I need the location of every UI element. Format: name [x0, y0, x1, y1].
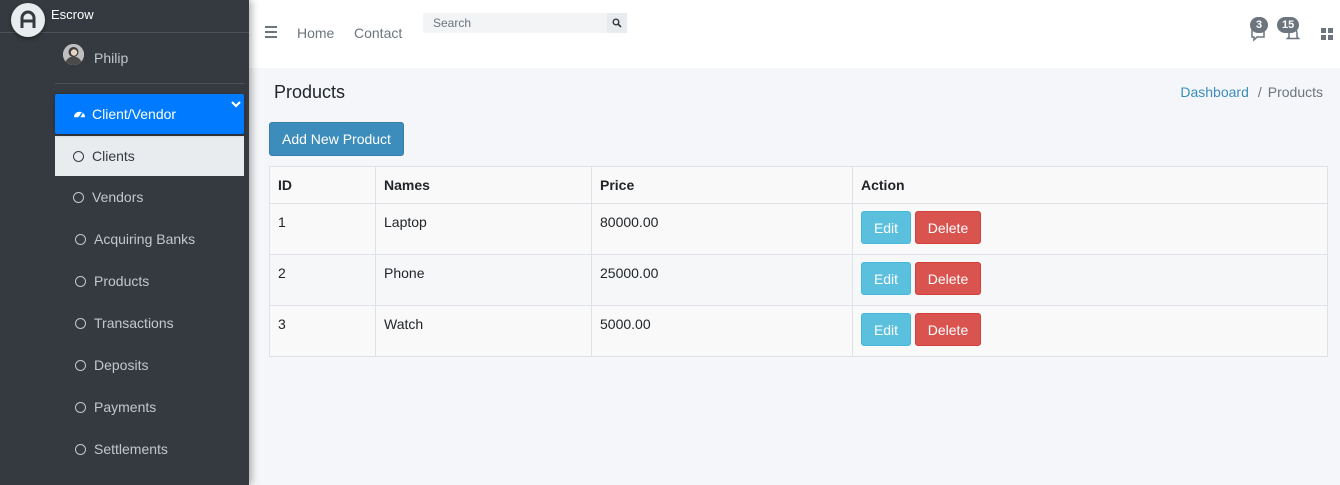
column-header-price: Price	[591, 166, 853, 204]
circle-icon	[73, 191, 84, 203]
table-row: 3 Watch 5000.00 Edit Delete	[269, 305, 1328, 357]
delete-button[interactable]: Delete	[915, 313, 981, 346]
sidebar-item-client-vendor[interactable]: Client/Vendor	[55, 94, 244, 134]
sidebar-nav: Client/Vendor Clients Vendors Acquiring …	[55, 94, 244, 470]
sidebar-item-label: Payments	[94, 399, 157, 415]
sidebar-item-transactions[interactable]: Transactions	[55, 302, 244, 344]
cell-id: 3	[269, 305, 376, 357]
sidebar-item-label: Settlements	[94, 441, 168, 457]
sidebar-item-label: Vendors	[92, 189, 144, 205]
brand-name: Escrow	[51, 7, 94, 22]
cell-price: 80000.00	[591, 203, 853, 255]
sidebar-item-label: Transactions	[94, 315, 174, 331]
chevron-down-icon[interactable]	[230, 98, 242, 110]
sidebar-item-label: Products	[94, 273, 150, 289]
avatar	[63, 44, 84, 65]
dashboard-icon	[73, 111, 86, 118]
table-row: 1 Laptop 80000.00 Edit Delete	[269, 203, 1328, 255]
circle-icon	[75, 233, 86, 245]
circle-icon	[73, 150, 84, 162]
sidebar-item-settlements[interactable]: Settlements	[55, 428, 244, 470]
cell-actions: Edit Delete	[852, 203, 1328, 255]
delete-button[interactable]: Delete	[915, 262, 981, 295]
cell-name: Watch	[375, 305, 592, 357]
circle-icon	[75, 401, 86, 413]
delete-button[interactable]: Delete	[915, 211, 981, 244]
sidebar: Escrow Philip Client/Vendor Clients Vend…	[0, 0, 249, 485]
products-table: ID Names Price Action 1 Laptop 80000.00 …	[269, 166, 1328, 357]
edit-button[interactable]: Edit	[861, 211, 911, 244]
edit-button[interactable]: Edit	[861, 313, 911, 346]
table-header-row: ID Names Price Action	[269, 166, 1328, 204]
breadcrumb-dashboard[interactable]: Dashboard	[1180, 84, 1249, 100]
messages-badge: 3	[1250, 17, 1268, 33]
grid-icon	[1321, 28, 1333, 40]
column-header-action: Action	[852, 166, 1328, 204]
search-button[interactable]	[607, 13, 627, 33]
sidebar-item-payments[interactable]: Payments	[55, 386, 244, 428]
sidebar-item-clients[interactable]: Clients	[55, 136, 244, 176]
sidebar-item-label: Client/Vendor	[92, 106, 177, 122]
circle-icon	[75, 275, 86, 287]
notifications-button[interactable]: 15	[1277, 17, 1303, 42]
content-wrapper: Products Dashboard / Products Add New Pr…	[249, 68, 1340, 485]
cell-id: 2	[269, 254, 376, 306]
cell-name: Phone	[375, 254, 592, 306]
nav-link-contact[interactable]: Contact	[354, 25, 402, 41]
escrow-logo-icon	[11, 3, 45, 37]
brand-link[interactable]: Escrow	[0, 0, 249, 37]
search-form	[423, 13, 627, 33]
cell-actions: Edit Delete	[852, 254, 1328, 306]
add-new-product-button[interactable]: Add New Product	[269, 122, 404, 156]
page-title: Products	[274, 82, 346, 102]
user-panel[interactable]: Philip	[55, 33, 244, 84]
search-input[interactable]	[423, 13, 607, 33]
control-sidebar-button[interactable]	[1317, 22, 1337, 42]
table-row: 2 Phone 25000.00 Edit Delete	[269, 254, 1328, 306]
cell-price: 5000.00	[591, 305, 853, 357]
breadcrumb-separator: /	[1257, 84, 1262, 100]
search-icon	[612, 18, 622, 28]
sidebar-item-products[interactable]: Products	[55, 260, 244, 302]
cell-id: 1	[269, 203, 376, 255]
breadcrumb-current: Products	[1267, 84, 1323, 100]
menu-toggle-icon[interactable]	[265, 26, 277, 38]
nav-link-home[interactable]: Home	[297, 25, 334, 41]
column-header-names: Names	[375, 166, 592, 204]
breadcrumb: Dashboard / Products	[1180, 84, 1323, 100]
edit-button[interactable]: Edit	[861, 262, 911, 295]
circle-icon	[75, 359, 86, 371]
sidebar-item-deposits[interactable]: Deposits	[55, 344, 244, 386]
sidebar-item-label: Deposits	[94, 357, 149, 373]
user-name: Philip	[94, 50, 129, 66]
cell-price: 25000.00	[591, 254, 853, 306]
top-navbar: Home Contact 3 15	[249, 0, 1340, 68]
cell-actions: Edit Delete	[852, 305, 1328, 357]
circle-icon	[75, 443, 86, 455]
circle-icon	[75, 317, 86, 329]
notifications-badge: 15	[1277, 17, 1300, 33]
messages-button[interactable]: 3	[1248, 17, 1268, 42]
sidebar-item-label: Clients	[92, 148, 135, 164]
cell-name: Laptop	[375, 203, 592, 255]
column-header-id: ID	[269, 166, 376, 204]
sidebar-item-acquiring-banks[interactable]: Acquiring Banks	[55, 218, 244, 260]
sidebar-item-vendors[interactable]: Vendors	[55, 176, 244, 218]
sidebar-item-label: Acquiring Banks	[94, 231, 196, 247]
